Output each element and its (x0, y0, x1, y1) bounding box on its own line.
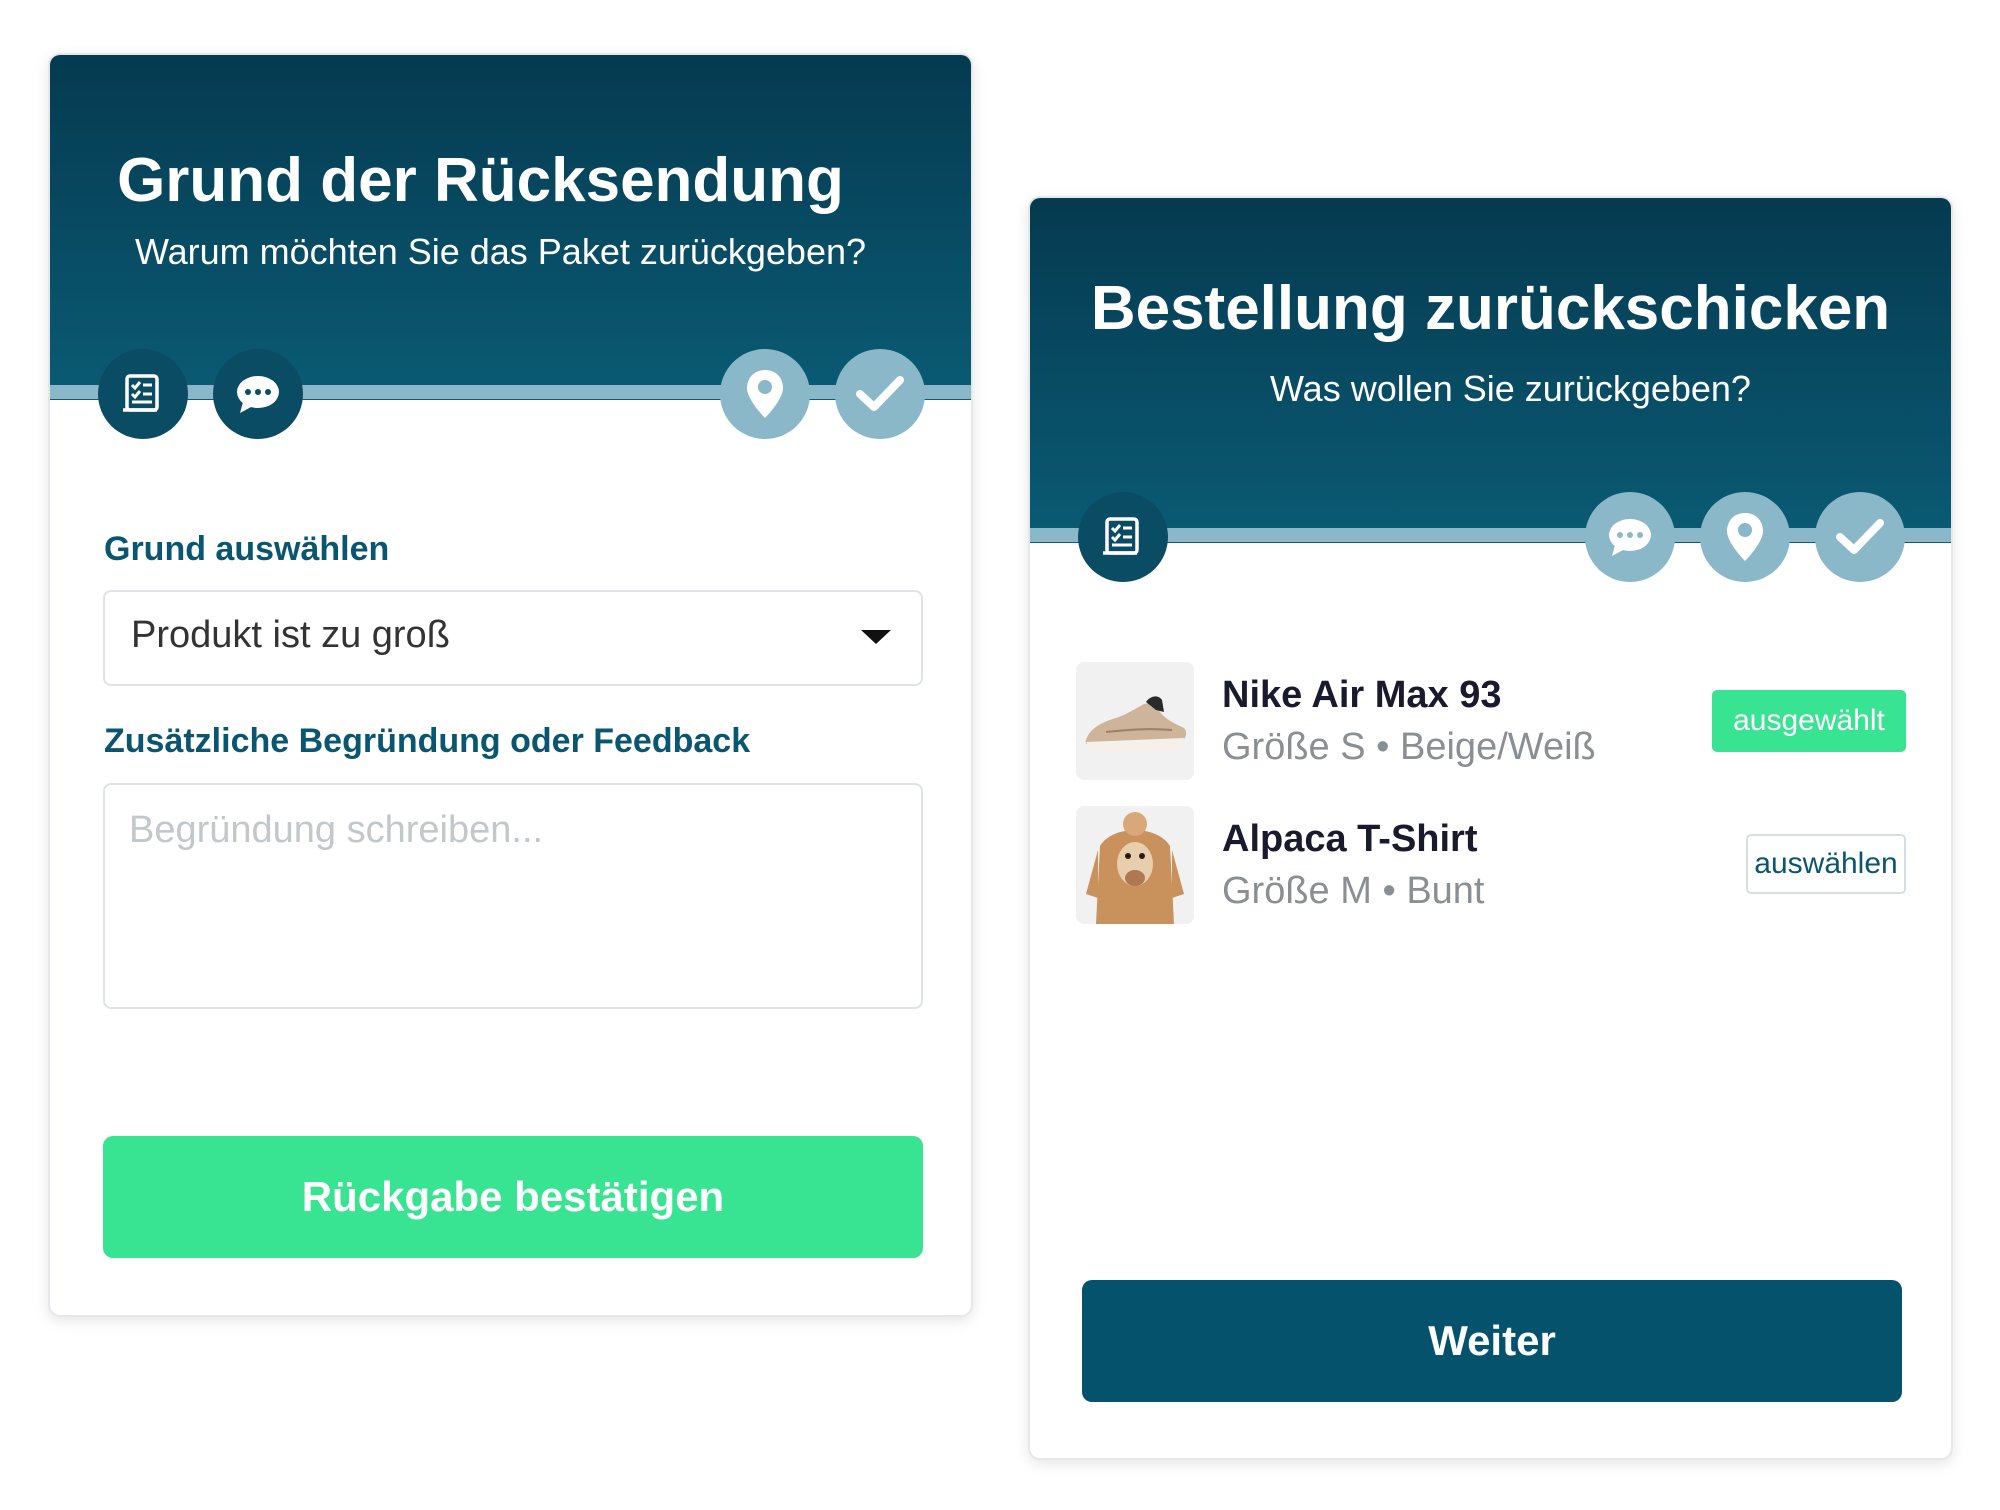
card-title: Grund der Rücksendung (117, 146, 844, 215)
next-button[interactable]: Weiter (1082, 1280, 1902, 1402)
order-return-card: Bestellung zurückschicken Was wollen Sie… (1028, 196, 1953, 1460)
feedback-textarea[interactable] (103, 783, 923, 1009)
confirm-return-button[interactable]: Rückgabe bestätigen (103, 1136, 923, 1258)
checkmark-icon (1836, 519, 1884, 554)
location-pin-icon (747, 370, 783, 418)
card-header: Bestellung zurückschicken Was wollen Sie… (1030, 198, 1951, 543)
selected-badge[interactable]: ausgewählt (1712, 690, 1906, 752)
card-subtitle: Warum möchten Sie das Paket zurückgeben? (134, 231, 867, 272)
alpaca-shirt-image (1076, 806, 1194, 924)
step-chat[interactable] (213, 349, 303, 439)
list-item[interactable]: Alpaca T-Shirt Größe M • Bunt auswählen (1076, 806, 1906, 926)
card-subtitle: Was wollen Sie zurückgeben? (1270, 368, 1751, 409)
list-item[interactable]: Nike Air Max 93 Größe S • Beige/Weiß aus… (1076, 662, 1906, 782)
step-checklist[interactable] (98, 349, 188, 439)
card-title: Bestellung zurückschicken (1090, 274, 1891, 343)
step-confirm[interactable] (835, 349, 925, 439)
return-reason-card: Grund der Rücksendung Warum möchten Sie … (48, 53, 973, 1317)
step-location[interactable] (1700, 492, 1790, 582)
product-meta: Größe M • Bunt (1222, 870, 1485, 912)
reason-label: Grund auswählen (104, 530, 390, 568)
checkmark-icon (856, 376, 904, 411)
sneaker-image (1076, 662, 1194, 780)
chat-icon (1609, 519, 1651, 556)
location-pin-icon (1727, 513, 1763, 561)
product-name: Alpaca T-Shirt (1222, 818, 1478, 860)
step-location[interactable] (720, 349, 810, 439)
step-chat[interactable] (1585, 492, 1675, 582)
product-name: Nike Air Max 93 (1222, 674, 1502, 716)
card-header: Grund der Rücksendung Warum möchten Sie … (50, 55, 971, 400)
product-meta: Größe S • Beige/Weiß (1222, 726, 1596, 768)
chevron-down-icon (861, 630, 891, 644)
step-checklist[interactable] (1078, 492, 1168, 582)
checklist-icon (1103, 517, 1139, 555)
select-button[interactable]: auswählen (1746, 834, 1906, 894)
checklist-icon (123, 374, 159, 412)
chat-icon (237, 376, 279, 413)
reason-select[interactable]: Produkt ist zu groß (103, 590, 923, 686)
step-confirm[interactable] (1815, 492, 1905, 582)
feedback-label: Zusätzliche Begründung oder Feedback (104, 722, 751, 760)
reason-select-value: Produkt ist zu groß (131, 614, 450, 656)
